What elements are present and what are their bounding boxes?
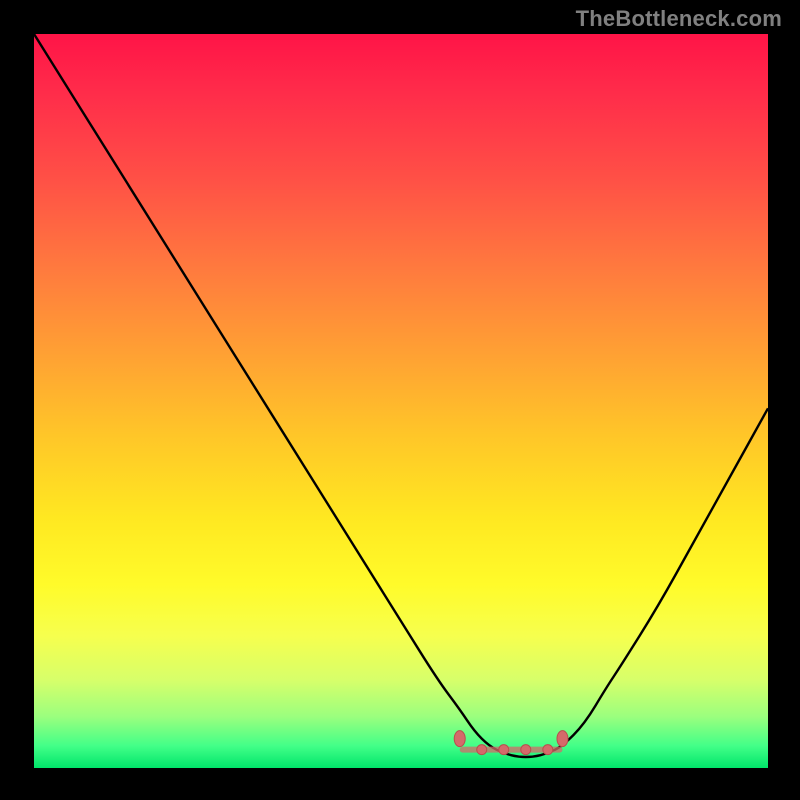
flat-region-mid-c	[521, 745, 531, 755]
flat-region-start	[454, 731, 465, 747]
flat-region-mid-b	[499, 745, 509, 755]
plot-area	[34, 34, 768, 768]
flat-region-mid-d	[543, 745, 553, 755]
bottleneck-curve-path	[34, 34, 768, 757]
flat-region-mid-a	[477, 745, 487, 755]
curve-layer	[34, 34, 768, 768]
flat-region-markers	[454, 731, 568, 755]
bottleneck-curve	[34, 34, 768, 757]
watermark-text: TheBottleneck.com	[576, 6, 782, 32]
chart-frame: TheBottleneck.com	[0, 0, 800, 800]
flat-region-end	[557, 731, 568, 747]
